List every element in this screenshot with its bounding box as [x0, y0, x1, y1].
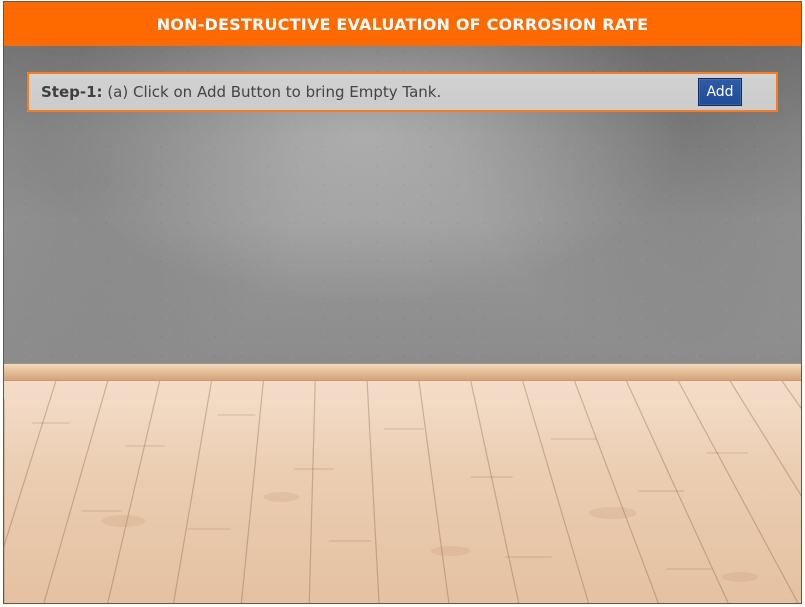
app-title: NON-DESTRUCTIVE EVALUATION OF CORROSION … — [156, 14, 649, 34]
floor-planks-graphic — [4, 381, 801, 603]
add-button[interactable]: Add — [698, 78, 742, 106]
lab-scene: Step-1: (a) Click on Add Button to bring… — [4, 46, 801, 603]
simulation-window: NON-DESTRUCTIVE EVALUATION OF CORROSION … — [3, 1, 802, 604]
step-label: Step-1: — [41, 83, 103, 101]
app-title-bar: NON-DESTRUCTIVE EVALUATION OF CORROSION … — [4, 2, 801, 46]
instruction-text: Step-1: (a) Click on Add Button to bring… — [41, 83, 698, 101]
baseboard — [4, 363, 801, 381]
wooden-floor — [4, 381, 801, 603]
instruction-panel: Step-1: (a) Click on Add Button to bring… — [27, 72, 778, 112]
step-instruction: (a) Click on Add Button to bring Empty T… — [107, 83, 442, 101]
